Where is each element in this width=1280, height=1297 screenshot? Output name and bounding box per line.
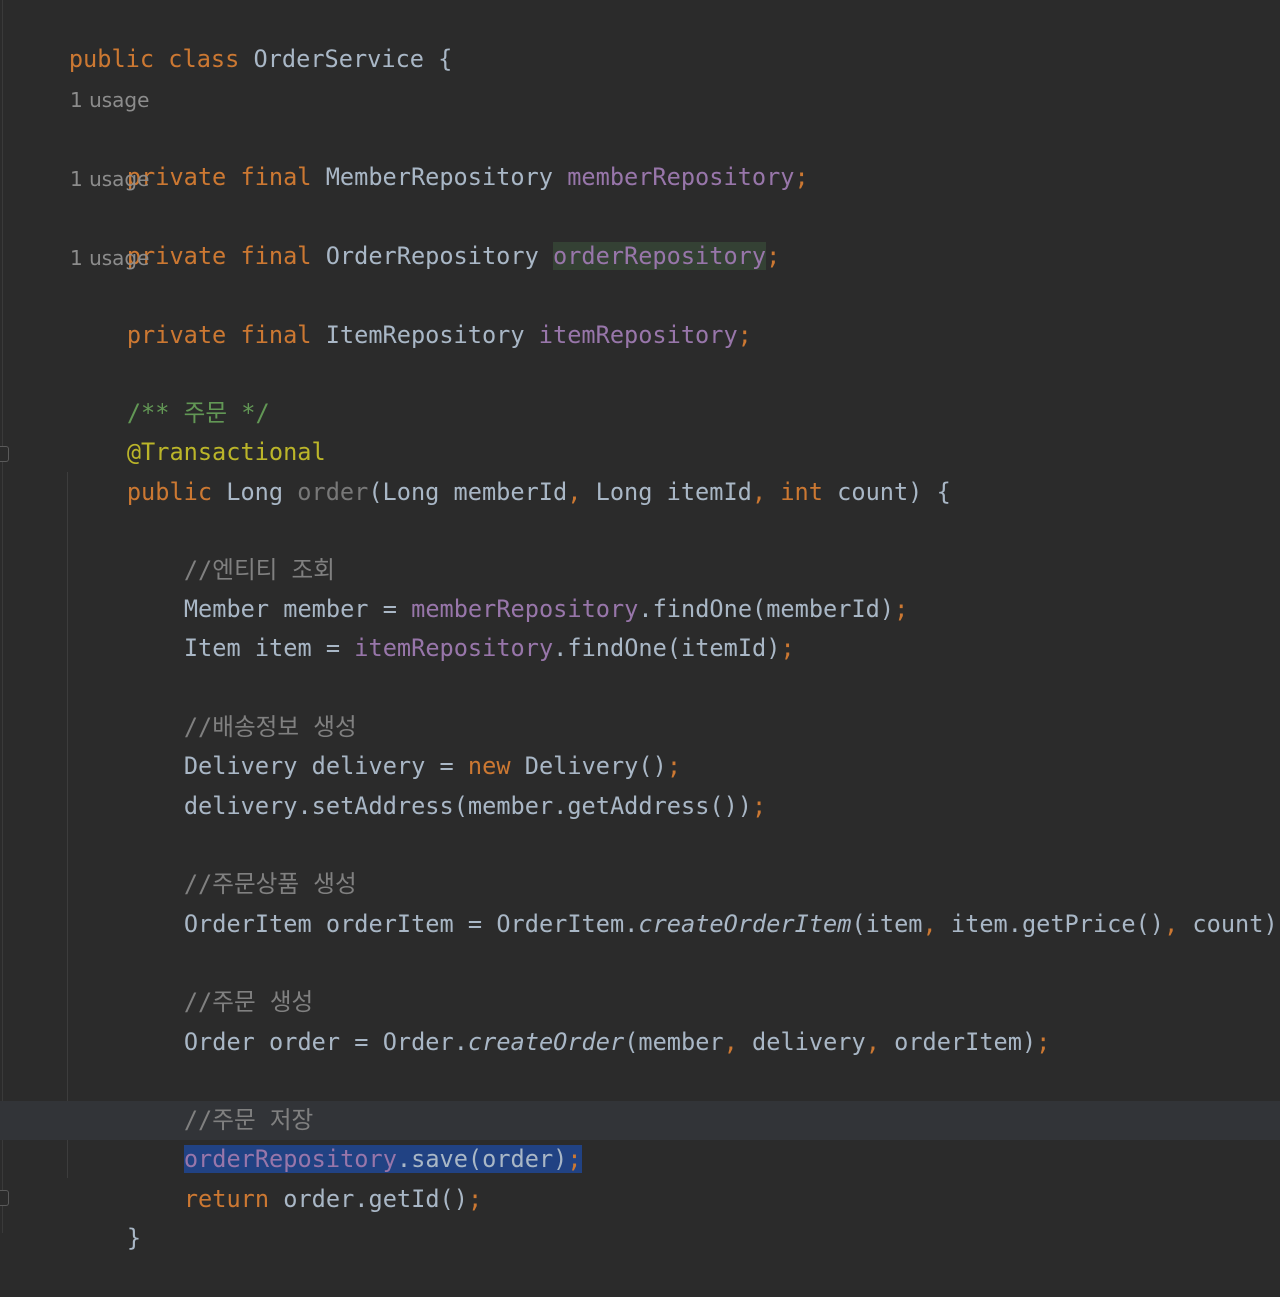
keyword-token: class: [168, 45, 240, 73]
field-token: itemRepository: [538, 321, 738, 349]
code-line-comment[interactable]: //주문 생성: [127, 944, 313, 1016]
method-name-token: order: [297, 478, 369, 506]
code-line-comment[interactable]: //주문 저장: [127, 1062, 313, 1134]
code-line-member-repository-field[interactable]: private final MemberRepository memberRep…: [70, 119, 809, 191]
static-method-token: createOrder: [467, 1028, 625, 1056]
code-line-item-repository-field[interactable]: private final ItemRepository itemReposit…: [70, 277, 752, 349]
indent-guide: [67, 472, 68, 1178]
code-line-order-save-selected[interactable]: orderRepository.save(order);: [127, 1101, 582, 1173]
code-line-return[interactable]: return order.getId();: [127, 1141, 482, 1213]
code-line-closing-brace[interactable]: }: [70, 1180, 141, 1252]
code-line-delivery-create[interactable]: Delivery delivery = new Delivery();: [127, 708, 681, 780]
code-line-method-signature[interactable]: public Long order(Long memberId, Long it…: [70, 434, 951, 506]
keyword-token: public: [68, 45, 155, 73]
field-token: memberRepository: [567, 163, 795, 191]
code-editor[interactable]: public class OrderService { 1 usage priv…: [0, 0, 1280, 1252]
field-token-highlighted: orderRepository: [553, 242, 767, 270]
code-line-comment[interactable]: //엔티티 조회: [127, 512, 335, 584]
fold-marker-method-start[interactable]: [0, 446, 9, 462]
code-line-comment[interactable]: //주문상품 생성: [127, 826, 357, 898]
usage-hint[interactable]: 1 usage: [70, 85, 149, 115]
code-line-class-declaration[interactable]: public class OrderService {: [12, 1, 453, 73]
code-line-comment[interactable]: //배송정보 생성: [127, 669, 357, 741]
code-line-order-repository-field[interactable]: private final OrderRepository orderRepos…: [70, 198, 780, 270]
code-line-doc-comment[interactable]: /** 주문 */: [70, 355, 270, 427]
code-line-annotation[interactable]: @Transactional: [70, 394, 326, 466]
code-line-delivery-address[interactable]: delivery.setAddress(member.getAddress())…: [127, 748, 766, 820]
code-line-order-create[interactable]: Order order = Order.createOrder(member, …: [127, 984, 1051, 1056]
code-line-member-lookup[interactable]: Member member = memberRepository.findOne…: [127, 551, 908, 623]
usage-hint[interactable]: 1 usage: [70, 164, 149, 194]
usage-hint[interactable]: 1 usage: [70, 243, 149, 273]
code-line-item-lookup[interactable]: Item item = itemRepository.findOne(itemI…: [127, 590, 795, 662]
gutter-border: [2, 0, 3, 1233]
class-name-token: OrderService {: [239, 45, 453, 73]
code-line-order-item-create[interactable]: OrderItem orderItem = OrderItem.createOr…: [127, 866, 1280, 938]
fold-marker-method-end[interactable]: [0, 1190, 9, 1206]
static-method-token: createOrderItem: [638, 910, 852, 938]
